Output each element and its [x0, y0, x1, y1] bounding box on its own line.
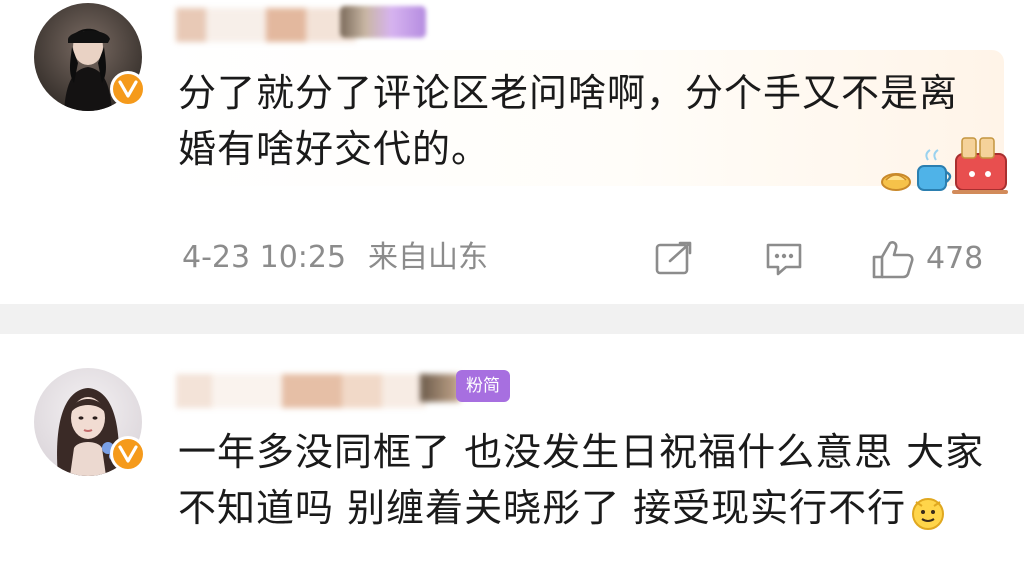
- tag-blurred: [420, 374, 460, 402]
- avatar[interactable]: [34, 3, 146, 111]
- breakfast-decoration-icon: [881, 137, 1008, 194]
- section-divider: [0, 304, 1024, 334]
- emoji-icon: [908, 491, 948, 531]
- thumbs-up-icon: [872, 241, 914, 279]
- username-blurred[interactable]: [176, 374, 426, 408]
- timestamp: 4-23 10:25: [182, 240, 347, 275]
- verified-badge-icon: [110, 436, 146, 472]
- comment-text: 分了就分了评论区老问啥啊，分个手又不是离婚有啥好交代的。: [178, 71, 959, 171]
- verified-badge-icon: [110, 71, 146, 107]
- location: 来自山东: [368, 240, 488, 275]
- user-badge-blurred: [340, 6, 426, 38]
- comment-item: 粉简 一年多没同框了 也没发生日祝福什么意思 大家不知道吗 别缠着关晓彤了 接受…: [0, 334, 1024, 561]
- share-icon: [655, 241, 692, 275]
- like-button[interactable]: 478: [870, 240, 984, 279]
- comment-icon: [766, 243, 802, 276]
- comment-item: 分了就分了评论区老问啥啊，分个手又不是离婚有啥好交代的。 4-23 10:25 …: [0, 0, 1024, 300]
- reply-button[interactable]: [764, 240, 804, 278]
- share-button[interactable]: [654, 240, 694, 278]
- fan-tag: 粉简: [456, 370, 510, 402]
- like-count: 478: [926, 241, 984, 276]
- username-blurred[interactable]: [176, 8, 356, 42]
- comment-text: 一年多没同框了 也没发生日祝福什么意思 大家不知道吗 别缠着关晓彤了 接受现实行…: [178, 430, 985, 531]
- comment-feed: 分了就分了评论区老问啥啊，分个手又不是离婚有啥好交代的。 4-23 10:25 …: [0, 0, 1024, 561]
- avatar[interactable]: [34, 368, 146, 476]
- comment-meta: 4-23 10:25 来自山东 478: [182, 236, 1002, 280]
